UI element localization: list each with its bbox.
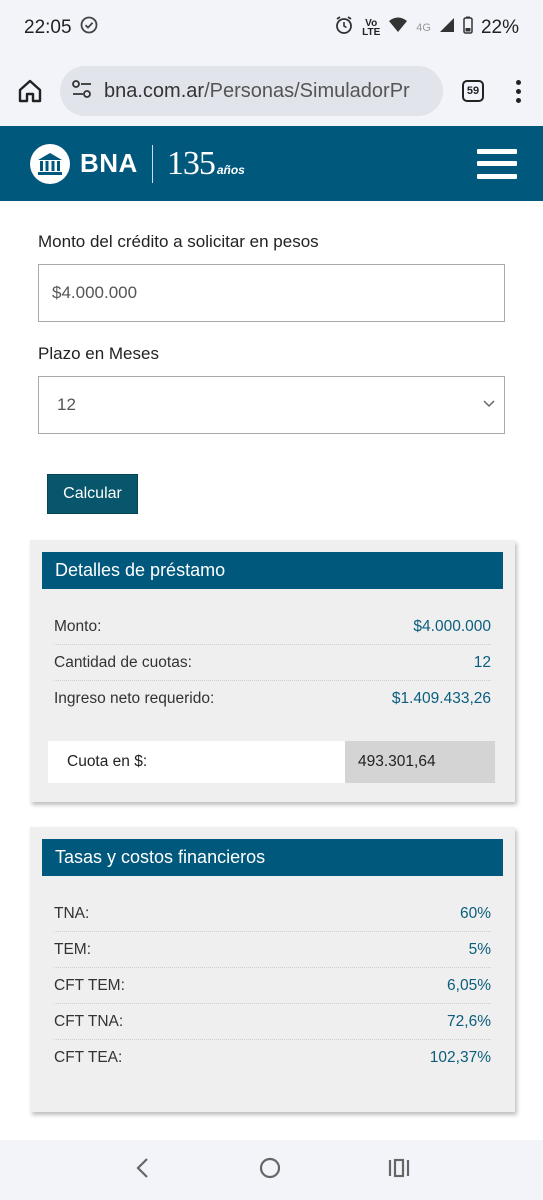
term-label: Plazo en Meses — [38, 344, 159, 363]
detail-row-installments: Cantidad de cuotas: 12 — [54, 645, 491, 681]
rate-label: TEM: — [54, 940, 92, 958]
detail-value: $4.000.000 — [413, 617, 491, 635]
rate-row-cft-tea: CFT TEA: 102,37% — [54, 1040, 491, 1076]
rate-label: CFT TEA: — [54, 1049, 123, 1066]
home-icon — [18, 79, 42, 103]
rate-value: 72,6% — [447, 1012, 491, 1030]
signal-icon — [439, 17, 455, 39]
status-left: 22:05 — [24, 16, 98, 40]
battery-icon — [463, 16, 473, 40]
loan-details-title: Detalles de préstamo — [42, 552, 503, 589]
browser-toolbar: bna.com.ar/Personas/SimuladorPr 59 — [0, 56, 543, 126]
detail-value: 12 — [473, 653, 491, 671]
rates-title: Tasas y costos financieros — [42, 839, 503, 876]
alarm-icon — [334, 15, 354, 41]
detail-label: Cantidad de cuotas: — [54, 653, 192, 671]
chevron-down-icon — [483, 400, 495, 408]
anniversary-word: años — [216, 162, 245, 177]
detail-value: $1.409.433,26 — [391, 690, 491, 707]
url-text: bna.com.ar/Personas/SimuladorPr — [104, 80, 410, 103]
site-header: BNA 135 años — [0, 126, 543, 201]
rate-label: TNA: — [54, 904, 90, 922]
rates-rows: TNA: 60% TEM: 5% CFT TEM: 6,05% CFT TNA:… — [42, 876, 503, 1076]
back-icon[interactable] — [133, 1156, 153, 1185]
system-navigation-bar — [0, 1140, 543, 1200]
anniversary-badge: 135 años — [166, 144, 245, 182]
hamburger-menu-icon[interactable] — [477, 148, 517, 179]
brand-divider — [151, 144, 153, 183]
url-host: bna.com.ar — [104, 79, 205, 102]
bna-logo[interactable]: BNA 135 años — [30, 143, 245, 184]
recent-apps-icon[interactable] — [387, 1157, 411, 1184]
network-type: 4G — [416, 22, 431, 34]
term-selected-value: 12 — [57, 395, 76, 414]
installment-box: Cuota en $: 493.301,64 — [48, 741, 495, 783]
status-time: 22:05 — [24, 17, 72, 38]
rate-value: 6,05% — [447, 976, 491, 994]
loan-details-rows: Monto: $4.000.000 Cantidad de cuotas: 12… — [42, 589, 503, 717]
rate-row-cft-tem: CFT TEM: 6,05% — [54, 968, 491, 1004]
term-select[interactable]: 12 — [38, 376, 505, 434]
bank-building-icon — [30, 143, 70, 184]
detail-row-required-income: Ingreso neto requerido: $1.409.433,26 — [54, 681, 491, 717]
rate-row-tem: TEM: 5% — [54, 932, 491, 968]
rate-value: 5% — [468, 940, 491, 958]
brand-name: BNA — [80, 148, 138, 178]
check-circle-icon — [80, 16, 98, 40]
detail-row-amount: Monto: $4.000.000 — [54, 609, 491, 645]
site-settings-icon[interactable] — [70, 78, 94, 105]
tab-switcher-button[interactable]: 59 — [453, 71, 493, 111]
amount-label: Monto del crédito a solicitar en pesos — [38, 232, 319, 251]
detail-label: Ingreso neto requerido: — [54, 690, 215, 707]
tab-count: 59 — [462, 80, 484, 102]
home-circle-icon[interactable] — [258, 1156, 282, 1185]
wifi-icon — [388, 16, 408, 40]
rate-row-tna: TNA: 60% — [54, 896, 491, 932]
rate-value: 102,37% — [429, 1049, 491, 1066]
installment-label: Cuota en $: — [48, 741, 345, 783]
url-path: /Personas/SimuladorPr — [204, 79, 410, 102]
volte-bottom: LTE — [362, 27, 381, 38]
status-right: Vo LTE 4G 22% — [334, 15, 519, 41]
rate-label: CFT TNA: — [54, 1012, 124, 1030]
volte-indicator: Vo LTE — [362, 19, 381, 38]
more-options-icon[interactable] — [503, 71, 533, 111]
detail-label: Monto: — [54, 617, 102, 635]
amount-input[interactable] — [38, 264, 505, 322]
home-button[interactable] — [10, 71, 50, 111]
status-bar: 22:05 Vo LTE 4G 22% — [0, 0, 543, 56]
rate-row-cft-tna: CFT TNA: 72,6% — [54, 1004, 491, 1040]
installment-value: 493.301,64 — [345, 741, 495, 783]
calculate-button[interactable]: Calcular — [47, 474, 138, 514]
loan-simulator-form: Monto del crédito a solicitar en pesos P… — [38, 232, 505, 434]
loan-details-panel: Detalles de préstamo Monto: $4.000.000 C… — [30, 540, 515, 802]
address-bar[interactable]: bna.com.ar/Personas/SimuladorPr — [60, 66, 443, 116]
rates-panel: Tasas y costos financieros TNA: 60% TEM:… — [30, 827, 515, 1112]
rate-value: 60% — [459, 904, 491, 922]
anniversary-number: 135 — [166, 144, 216, 182]
rate-label: CFT TEM: — [54, 976, 125, 994]
battery-percent: 22% — [480, 17, 519, 38]
